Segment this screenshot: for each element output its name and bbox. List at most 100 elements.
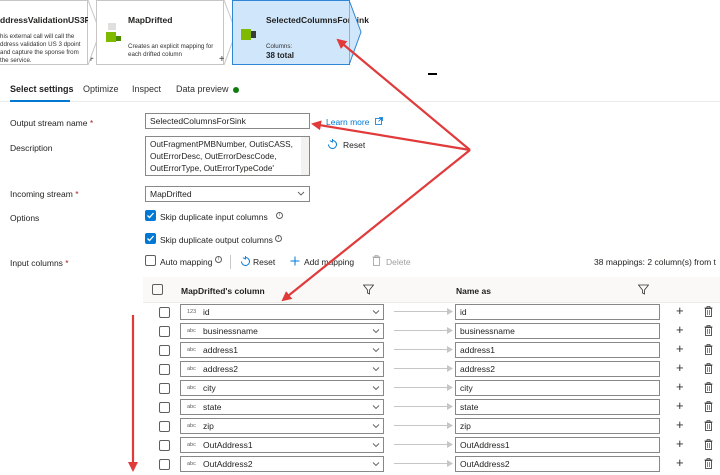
trash-icon[interactable] [704,325,713,336]
node-title: MapDrifted [128,15,173,25]
filter-icon[interactable] [638,284,649,295]
name-as-input[interactable]: address2 [455,361,660,377]
source-column-select[interactable]: abc zip [180,418,384,434]
mapping-connector [394,330,450,331]
name-as-input[interactable]: businessname [455,323,660,339]
name-as-input[interactable]: OutAddress1 [455,437,660,453]
trash-icon[interactable] [704,344,713,355]
tab-select-settings[interactable]: Select settings [10,84,74,94]
info-icon[interactable]: i [215,256,222,263]
row-checkbox[interactable] [159,383,170,394]
name-as-input[interactable]: id [455,304,660,320]
data-flow-editor: ddressValidationUS3R... his external cal… [0,0,720,475]
required-mark: * [65,258,69,268]
name-as-input[interactable]: address1 [455,342,660,358]
plus-icon[interactable] [290,256,300,266]
chevron-down-icon [372,329,380,334]
name-as-input[interactable]: zip [455,418,660,434]
trash-icon[interactable] [704,458,713,469]
active-tab-indicator [10,100,70,102]
table-row: 123 id id + [143,303,720,322]
description-textarea[interactable]: OutFragmentPMBNumber, OutisCASS, OutErro… [145,136,310,176]
trash-icon[interactable] [372,255,381,266]
type-badge: abc [187,442,196,448]
type-badge: abc [187,385,196,391]
info-icon[interactable]: i [275,235,282,242]
row-checkbox[interactable] [159,307,170,318]
add-row-plus-icon[interactable]: + [676,379,684,394]
source-column-select[interactable]: abc address2 [180,361,384,377]
row-checkbox[interactable] [159,440,170,451]
trash-icon[interactable] [704,439,713,450]
filter-icon[interactable] [363,284,374,295]
row-checkbox[interactable] [159,402,170,413]
tab-optimize[interactable]: Optimize [83,84,119,94]
row-checkbox[interactable] [159,459,170,470]
row-checkbox[interactable] [159,326,170,337]
source-column-select[interactable]: 123 id [180,304,384,320]
source-column-select[interactable]: abc city [180,380,384,396]
auto-mapping-checkbox[interactable] [145,255,156,266]
add-row-plus-icon[interactable]: + [676,398,684,413]
mapping-connector [394,387,450,388]
status-dot-icon [233,87,239,93]
column-header-name-as: Name as [456,286,491,296]
reset-icon[interactable] [327,139,338,150]
arrow-right-icon [447,365,453,372]
source-column-name: zip [203,421,214,431]
node-address-validation[interactable]: ddressValidationUS3R... his external cal… [0,0,98,65]
source-column-select[interactable]: abc OutAddress1 [180,437,384,453]
source-column-select[interactable]: abc address1 [180,342,384,358]
skip-duplicate-input-checkbox[interactable] [145,210,156,221]
source-column-select[interactable]: abc businessname [180,323,384,339]
chevron-down-icon [372,310,380,315]
output-stream-input[interactable]: SelectedColumnsForSink [145,113,310,129]
source-column-select[interactable]: abc OutAddress2 [180,456,384,472]
table-row: abc OutAddress1 OutAddress1 + [143,436,720,455]
skip-duplicate-output-checkbox[interactable] [145,233,156,244]
node-mapdrifted[interactable]: MapDrifted Creates an explicit mapping f… [96,0,224,65]
arrow-right-icon [447,346,453,353]
add-row-plus-icon[interactable]: + [676,417,684,432]
add-mapping-button[interactable]: Add mapping [304,257,354,267]
add-row-plus-icon[interactable]: + [676,303,684,318]
row-checkbox[interactable] [159,364,170,375]
row-checkbox[interactable] [159,345,170,356]
tab-data-preview[interactable]: Data preview [176,84,229,94]
delete-button[interactable]: Delete [386,257,411,267]
select-transform-icon [241,29,256,40]
add-row-plus-icon[interactable]: + [676,322,684,337]
mapping-reset-button[interactable]: Reset [253,257,275,267]
incoming-stream-select[interactable]: MapDrifted [145,186,310,202]
add-row-plus-icon[interactable]: + [676,341,684,356]
reset-icon[interactable] [240,256,251,267]
trash-icon[interactable] [704,363,713,374]
add-row-plus-icon[interactable]: + [676,360,684,375]
label-text: Incoming stream [10,189,73,199]
tab-inspect[interactable]: Inspect [132,84,161,94]
source-column-select[interactable]: abc state [180,399,384,415]
trash-icon[interactable] [704,382,713,393]
select-all-checkbox[interactable] [152,284,163,295]
mapping-connector [394,311,450,312]
node-selectedcolumnsforsink[interactable]: SelectedColumnsForSink Columns: 38 total [232,0,369,65]
learn-more-link[interactable]: Learn more [326,117,369,127]
name-as-input[interactable]: OutAddress2 [455,456,660,472]
info-icon[interactable]: i [276,212,283,219]
description-reset-button[interactable]: Reset [343,140,365,150]
name-as-input[interactable]: city [455,380,660,396]
derived-column-icon [106,23,121,42]
name-as-input[interactable]: state [455,399,660,415]
table-row: abc zip zip + [143,417,720,436]
row-checkbox[interactable] [159,421,170,432]
node-title: ddressValidationUS3R... [0,15,98,25]
external-link-icon[interactable] [375,117,383,125]
add-row-plus-icon[interactable]: + [676,455,684,470]
skip-duplicate-input-label: Skip duplicate input columns [160,212,268,222]
add-row-plus-icon[interactable]: + [676,436,684,451]
trash-icon[interactable] [704,401,713,412]
type-badge: abc [187,347,196,353]
trash-icon[interactable] [704,420,713,431]
textarea-scrollbar[interactable] [301,137,309,175]
trash-icon[interactable] [704,306,713,317]
